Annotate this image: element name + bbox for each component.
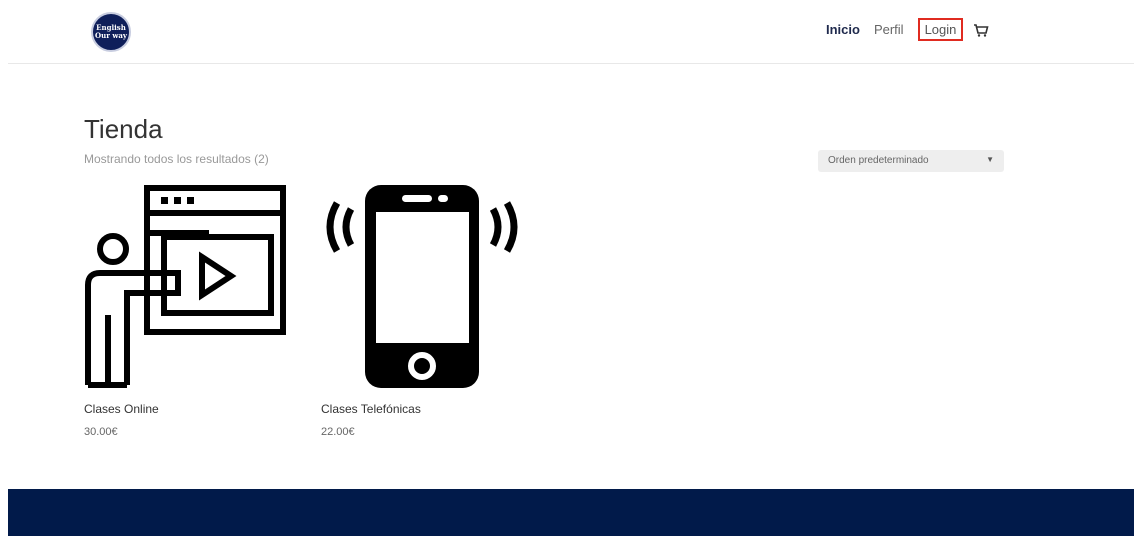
phone-ringing-icon[interactable] <box>321 185 527 390</box>
result-count: Mostrando todos los resultados (2) <box>84 152 269 166</box>
nav-link-login[interactable]: Login <box>917 18 964 41</box>
main-nav: Inicio Perfil Login <box>826 18 989 41</box>
product-name[interactable]: Clases Online <box>84 402 159 416</box>
orderby-select[interactable]: Orden predeterminado ▼ <box>818 150 1004 172</box>
product-card[interactable]: Clases Telefónicas 22.00€ <box>321 185 527 445</box>
cart-icon[interactable] <box>973 22 989 38</box>
nav-link-inicio[interactable]: Inicio <box>826 22 860 37</box>
site-logo[interactable]: English Our way <box>91 12 131 52</box>
logo-text-line-2: Our way <box>95 31 127 40</box>
product-name[interactable]: Clases Telefónicas <box>321 402 421 416</box>
site-footer <box>8 489 1134 536</box>
site-header: English Our way Inicio Perfil Login <box>8 0 1134 64</box>
dropdown-arrow-icon: ▼ <box>986 155 994 164</box>
product-card[interactable]: Clases Online 30.00€ <box>84 185 290 445</box>
teacher-presentation-icon[interactable] <box>84 185 289 395</box>
orderby-selected-value: Orden predeterminado <box>828 155 929 166</box>
page-title: Tienda <box>84 114 163 144</box>
product-price: 30.00€ <box>84 426 118 438</box>
product-price: 22.00€ <box>321 426 355 438</box>
nav-link-perfil[interactable]: Perfil <box>874 22 904 37</box>
